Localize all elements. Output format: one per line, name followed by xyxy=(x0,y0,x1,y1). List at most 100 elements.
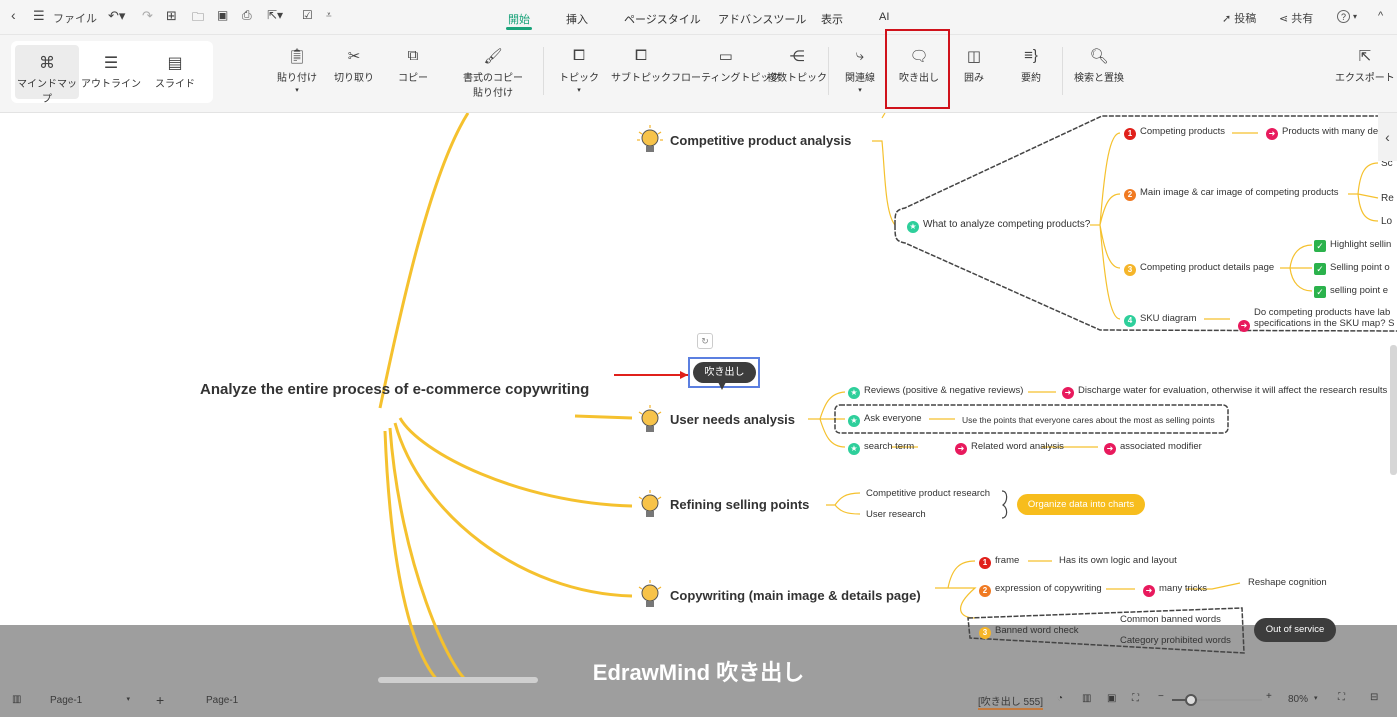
subtopic-frame[interactable]: 1 frame xyxy=(979,555,1019,569)
paste-button[interactable]: 📋︎ 貼り付け ▾ xyxy=(277,47,317,95)
leaf[interactable]: Re xyxy=(1381,193,1394,204)
leaf-associated-modifier[interactable]: ➜ associated modifier xyxy=(1104,441,1202,455)
view-mindmap-button[interactable]: ⌘ マインドマップ xyxy=(15,45,79,105)
help-dropdown-icon[interactable]: ▾ xyxy=(1353,12,1357,21)
relationship-button[interactable]: ⤷ 関連線 ▾ xyxy=(845,47,875,95)
publish-button[interactable]: ➚ 投稿 xyxy=(1222,10,1256,26)
multiple-topics-button[interactable]: ⋲ 複数トピック xyxy=(767,47,827,84)
leaf-frame[interactable]: Has its own logic and layout xyxy=(1059,555,1177,566)
find-replace-button[interactable]: 🔍︎ 検索と置換 xyxy=(1074,47,1124,84)
leaf-sku[interactable]: Do competing products have lab specificat… xyxy=(1254,307,1394,329)
subtopic-competitive-research[interactable]: Competitive product research xyxy=(866,488,990,499)
open-folder-icon[interactable]: 🗀 xyxy=(192,8,204,29)
copy-button[interactable]: ⧉ コピー xyxy=(398,47,428,84)
tab-view[interactable]: 表示 xyxy=(821,11,843,27)
main-topic-copywriting[interactable]: Copywriting (main image & details page) xyxy=(670,588,921,603)
file-menu[interactable]: ファイル xyxy=(53,10,97,26)
leaf-reshape-cognition[interactable]: Reshape cognition xyxy=(1248,577,1327,588)
export-quick-icon[interactable]: ⇱▾ xyxy=(267,8,283,22)
cut-button[interactable]: ✂ 切り取り xyxy=(334,47,374,84)
fit-width-icon[interactable]: ⛶ xyxy=(1132,693,1139,704)
checkbox-icon[interactable]: ☑ xyxy=(302,8,313,22)
zoom-level[interactable]: 80% xyxy=(1288,694,1308,705)
leaf[interactable]: Category prohibited words xyxy=(1120,635,1231,646)
main-topic-user-needs[interactable]: User needs analysis xyxy=(670,412,795,427)
new-icon[interactable]: ⊞ xyxy=(166,8,177,24)
tab-ai[interactable]: AI xyxy=(879,11,889,23)
rotate-handle-icon[interactable]: ↻ xyxy=(697,333,713,349)
leaf[interactable]: Lo xyxy=(1381,216,1392,227)
vertical-scrollbar[interactable] xyxy=(1390,345,1397,475)
mindmap-canvas[interactable]: Analyze the entire process of e-commerce… xyxy=(0,113,1397,683)
subtopic-ask-everyone[interactable]: ★ Ask everyone xyxy=(848,413,922,427)
main-topic-refining[interactable]: Refining selling points xyxy=(670,497,809,512)
columns-icon[interactable]: ▥ xyxy=(1082,693,1091,704)
save-icon[interactable]: ▣ xyxy=(217,8,228,22)
fit-page-icon[interactable]: ▣ xyxy=(1107,693,1116,704)
callout-selection[interactable]: 吹き出し xyxy=(688,357,760,390)
callout-bubble[interactable]: 吹き出し xyxy=(693,362,756,383)
menu-icon[interactable]: ☰ xyxy=(33,8,45,24)
leaf-ask[interactable]: Use the points that everyone cares about… xyxy=(962,415,1215,425)
leaf-many-tricks[interactable]: ➜ many tricks xyxy=(1143,583,1207,597)
leaf[interactable]: ✓ Highlight sellin xyxy=(1314,239,1391,252)
page-tab[interactable]: Page-1 xyxy=(206,695,238,706)
tab-insert[interactable]: 挿入 xyxy=(566,11,588,27)
share-label: 共有 xyxy=(1291,13,1314,25)
topic-button[interactable]: ⧠ トピック ▾ xyxy=(559,47,599,95)
root-topic[interactable]: Analyze the entire process of e-commerce… xyxy=(200,379,589,401)
dropdown-icon[interactable]: ▾ xyxy=(1314,694,1318,702)
leaf-products[interactable]: ➜ Products with many de xyxy=(1266,126,1378,140)
subtopic-competing-products[interactable]: 1 Competing products xyxy=(1124,126,1225,140)
leaf[interactable]: Common banned words xyxy=(1120,614,1221,625)
subtopic-search-term[interactable]: ★ search term xyxy=(848,441,914,455)
collapse-ribbon-icon[interactable]: ^ xyxy=(1378,10,1383,22)
tab-advanced-tools[interactable]: アドバンスツール xyxy=(718,11,806,27)
subtopic-main-image[interactable]: 2 Main image & car image of competing pro… xyxy=(1124,187,1339,201)
subtopic-banned-word[interactable]: 3 Banned word check xyxy=(979,625,1078,639)
export-button[interactable]: ⇱ エクスポート xyxy=(1335,47,1395,84)
subtopic-sku[interactable]: 4 SKU diagram xyxy=(1124,313,1197,327)
label: Competing product details page xyxy=(1140,262,1275,273)
view-slide-button[interactable]: ▤ スライド xyxy=(143,45,207,99)
zoom-slider-handle[interactable] xyxy=(1185,694,1197,706)
back-button[interactable]: ‹ xyxy=(11,7,16,23)
summary-topic[interactable]: Organize data into charts xyxy=(1017,494,1145,515)
subtopic-reviews[interactable]: ★ Reviews (positive & negative reviews) xyxy=(848,385,1023,399)
theme-icon[interactable]: ◔ xyxy=(1057,693,1063,704)
summary-button[interactable]: ≡} 要約 xyxy=(1021,47,1041,84)
floating-topic-button[interactable]: ▭ フローティングトピック xyxy=(671,47,780,84)
more-icon[interactable]: ⩡ xyxy=(326,10,332,21)
leaf-reviews[interactable]: ➜ Discharge water for evaluation, otherwi… xyxy=(1062,385,1387,399)
subtopic-details-page[interactable]: 3 Competing product details page xyxy=(1124,262,1274,276)
main-topic-competitive[interactable]: Competitive product analysis xyxy=(670,133,851,148)
boundary-button[interactable]: ◫ 囲み xyxy=(964,47,984,84)
add-page-icon[interactable]: + xyxy=(156,692,164,708)
leaf-related-word[interactable]: ➜ Related word analysis xyxy=(955,441,1064,455)
print-icon[interactable]: ⎙ xyxy=(242,8,252,23)
collapse-side-panel-button[interactable]: ‹ xyxy=(1378,113,1397,161)
callout-out-of-service[interactable]: Out of service xyxy=(1254,618,1336,642)
zoom-in-button[interactable]: + xyxy=(1266,691,1272,702)
redo-icon[interactable]: ↷ xyxy=(142,8,153,24)
help-icon[interactable]: ? xyxy=(1337,10,1350,23)
tab-start[interactable]: 開始 xyxy=(506,11,532,30)
page-panel-icon[interactable]: ▥ xyxy=(12,694,21,705)
share-button[interactable]: ⋖ 共有 xyxy=(1279,10,1313,26)
view-outline-button[interactable]: ☰ アウトライン xyxy=(79,45,143,99)
subtopic-expression[interactable]: 2 expression of copywriting xyxy=(979,583,1102,597)
leaf[interactable]: ✓ Selling point o xyxy=(1314,262,1390,275)
multiple-topics-label: 複数トピック xyxy=(767,73,827,84)
panel-toggle-icon[interactable]: ⊟ xyxy=(1370,692,1378,703)
subtopic-question[interactable]: ★ What to analyze competing products? xyxy=(907,219,1090,233)
format-painter-button[interactable]: 🖌︎ 書式のコピー 貼り付け xyxy=(463,47,523,99)
zoom-out-button[interactable]: − xyxy=(1158,691,1164,702)
fullscreen-icon[interactable]: ⛶ xyxy=(1338,692,1345,703)
zoom-slider[interactable] xyxy=(1172,694,1262,706)
page-select[interactable]: Page-1 ▾ xyxy=(42,691,138,710)
subtopic-button[interactable]: ⧠ サブトピック xyxy=(611,47,671,84)
undo-icon[interactable]: ↶▾ xyxy=(108,8,125,24)
subtopic-user-research[interactable]: User research xyxy=(866,509,926,520)
leaf[interactable]: ✓ selling point e xyxy=(1314,285,1388,298)
tab-page-style[interactable]: ページスタイル xyxy=(624,11,701,27)
